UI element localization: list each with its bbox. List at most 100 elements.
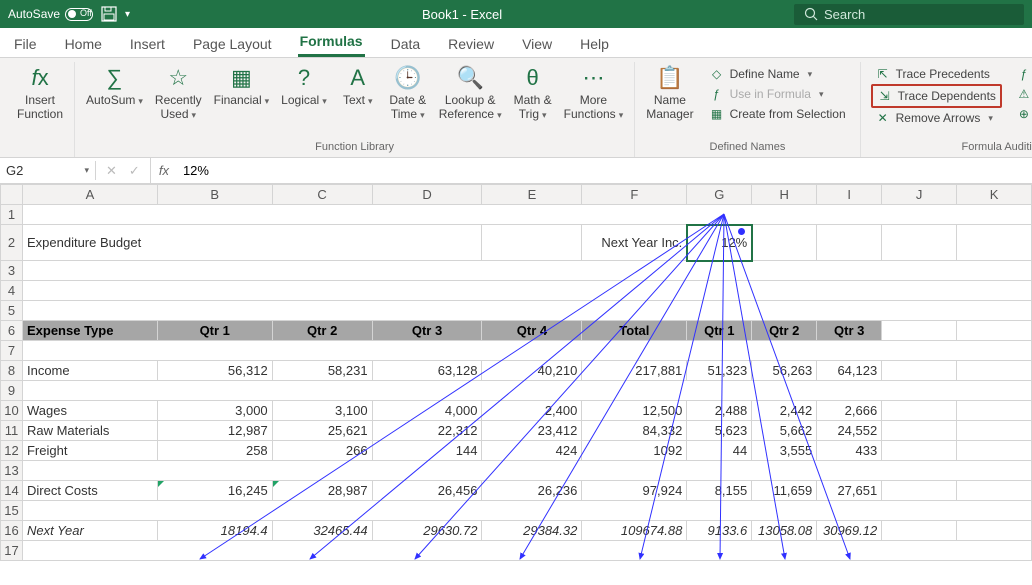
header-cell[interactable]: Qtr 2 [272,321,372,341]
name-manager-button[interactable]: 📋Name Manager [641,62,698,139]
data-cell[interactable]: 3,100 [272,401,372,421]
date-time-button[interactable]: 🕒Date & Time▾ [384,62,432,139]
data-cell[interactable]: 2,442 [752,401,817,421]
fx-label[interactable]: fx [151,163,177,178]
next-year-label[interactable]: Next Year Inc. [582,225,687,261]
row-header[interactable]: 16 [1,521,23,541]
create-from-selection-button[interactable]: ▦Create from Selection [705,104,850,124]
data-cell[interactable]: 44 [687,441,752,461]
data-cell[interactable]: 29384.32 [482,521,582,541]
data-cell[interactable]: 51,323 [687,361,752,381]
search-box[interactable] [794,4,1024,25]
data-cell[interactable]: 424 [482,441,582,461]
data-cell[interactable]: 29630.72 [372,521,482,541]
spreadsheet-grid[interactable]: A B C D E F G H I J K 1 2 Expenditure Bu… [0,184,1032,561]
row-header[interactable]: 14 [1,481,23,501]
row-header[interactable]: 1 [1,205,23,225]
data-cell[interactable]: 12,500 [582,401,687,421]
data-cell[interactable]: 258 [157,441,272,461]
data-cell[interactable]: 5,623 [687,421,752,441]
data-cell[interactable]: 2,666 [817,401,882,421]
autosave-toggle[interactable]: AutoSave Off [8,7,93,21]
autosum-button[interactable]: ∑AutoSum▾ [81,62,148,139]
data-cell[interactable]: Raw Materials [22,421,157,441]
show-formulas-button[interactable]: ƒShow Formulas [1012,64,1032,84]
header-cell[interactable]: Qtr 1 [687,321,752,341]
tab-view[interactable]: View [520,31,554,57]
header-cell[interactable]: Expense Type [22,321,157,341]
tab-page-layout[interactable]: Page Layout [191,31,274,57]
data-cell[interactable]: 3,555 [752,441,817,461]
row-header[interactable]: 3 [1,261,23,281]
data-cell[interactable]: 22,312 [372,421,482,441]
evaluate-formula-button[interactable]: ⊕Evaluate Formula [1012,104,1032,124]
data-cell[interactable]: 63,128 [372,361,482,381]
formula-input[interactable] [177,161,1032,180]
row-header[interactable]: 13 [1,461,23,481]
data-cell[interactable]: 56,263 [752,361,817,381]
use-in-formula-button[interactable]: ƒUse in Formula▾ [705,84,850,104]
row-header[interactable]: 4 [1,281,23,301]
more-functions-button[interactable]: ⋯More Functions▾ [559,62,629,139]
data-cell[interactable]: 16,245 [157,481,272,501]
data-cell[interactable]: 28,987 [272,481,372,501]
data-cell[interactable]: 4,000 [372,401,482,421]
insert-function-button[interactable]: fxInsert Function [12,62,68,151]
data-cell[interactable]: 26,236 [482,481,582,501]
data-cell[interactable]: 2,400 [482,401,582,421]
budget-title[interactable]: Expenditure Budget [22,225,481,261]
math-trig-button[interactable]: θMath & Trig▾ [509,62,557,139]
data-cell[interactable]: 64,123 [817,361,882,381]
data-cell[interactable]: 266 [272,441,372,461]
row-header[interactable]: 17 [1,541,23,561]
header-cell[interactable]: Total [582,321,687,341]
tab-insert[interactable]: Insert [128,31,167,57]
col-header[interactable]: I [817,185,882,205]
data-cell[interactable]: 40,210 [482,361,582,381]
select-all-corner[interactable] [1,185,23,205]
data-cell[interactable]: 1092 [582,441,687,461]
define-name-button[interactable]: ◇Define Name▾ [705,64,850,84]
data-cell[interactable]: 84,332 [582,421,687,441]
data-cell[interactable]: 24,552 [817,421,882,441]
logical-button[interactable]: ?Logical▾ [276,62,332,139]
data-cell[interactable]: 11,659 [752,481,817,501]
tab-data[interactable]: Data [389,31,423,57]
header-cell[interactable]: Qtr 3 [817,321,882,341]
row-header[interactable]: 8 [1,361,23,381]
data-cell[interactable]: 5,662 [752,421,817,441]
data-cell[interactable]: 56,312 [157,361,272,381]
data-cell[interactable]: Freight [22,441,157,461]
data-cell[interactable]: 27,651 [817,481,882,501]
data-cell[interactable]: 8,155 [687,481,752,501]
col-header[interactable]: F [582,185,687,205]
data-cell[interactable]: 32465.44 [272,521,372,541]
col-header[interactable]: C [272,185,372,205]
recently-used-button[interactable]: ☆Recently Used▾ [150,62,207,139]
data-cell[interactable]: 25,621 [272,421,372,441]
col-header[interactable]: A [22,185,157,205]
data-cell[interactable]: 144 [372,441,482,461]
financial-button[interactable]: ▦Financial▾ [209,62,275,139]
data-cell[interactable]: 3,000 [157,401,272,421]
row-header[interactable]: 15 [1,501,23,521]
header-cell[interactable]: Qtr 4 [482,321,582,341]
tab-formulas[interactable]: Formulas [298,28,365,57]
row-header[interactable]: 2 [1,225,23,261]
data-cell[interactable]: 12,987 [157,421,272,441]
col-header[interactable]: D [372,185,482,205]
data-cell[interactable]: 18194.4 [157,521,272,541]
search-input[interactable] [824,7,1000,22]
name-box[interactable]: G2▾ [0,161,96,180]
tab-home[interactable]: Home [63,31,104,57]
enter-icon[interactable]: ✓ [129,163,140,179]
tab-review[interactable]: Review [446,31,496,57]
lookup-reference-button[interactable]: 🔍Lookup & Reference▾ [434,62,507,139]
data-cell[interactable]: 433 [817,441,882,461]
remove-arrows-button[interactable]: ✕Remove Arrows▾ [871,108,1002,128]
row-header[interactable]: 5 [1,301,23,321]
tab-help[interactable]: Help [578,31,611,57]
col-header[interactable]: E [482,185,582,205]
text-button[interactable]: AText▾ [334,62,382,139]
data-cell[interactable]: Income [22,361,157,381]
